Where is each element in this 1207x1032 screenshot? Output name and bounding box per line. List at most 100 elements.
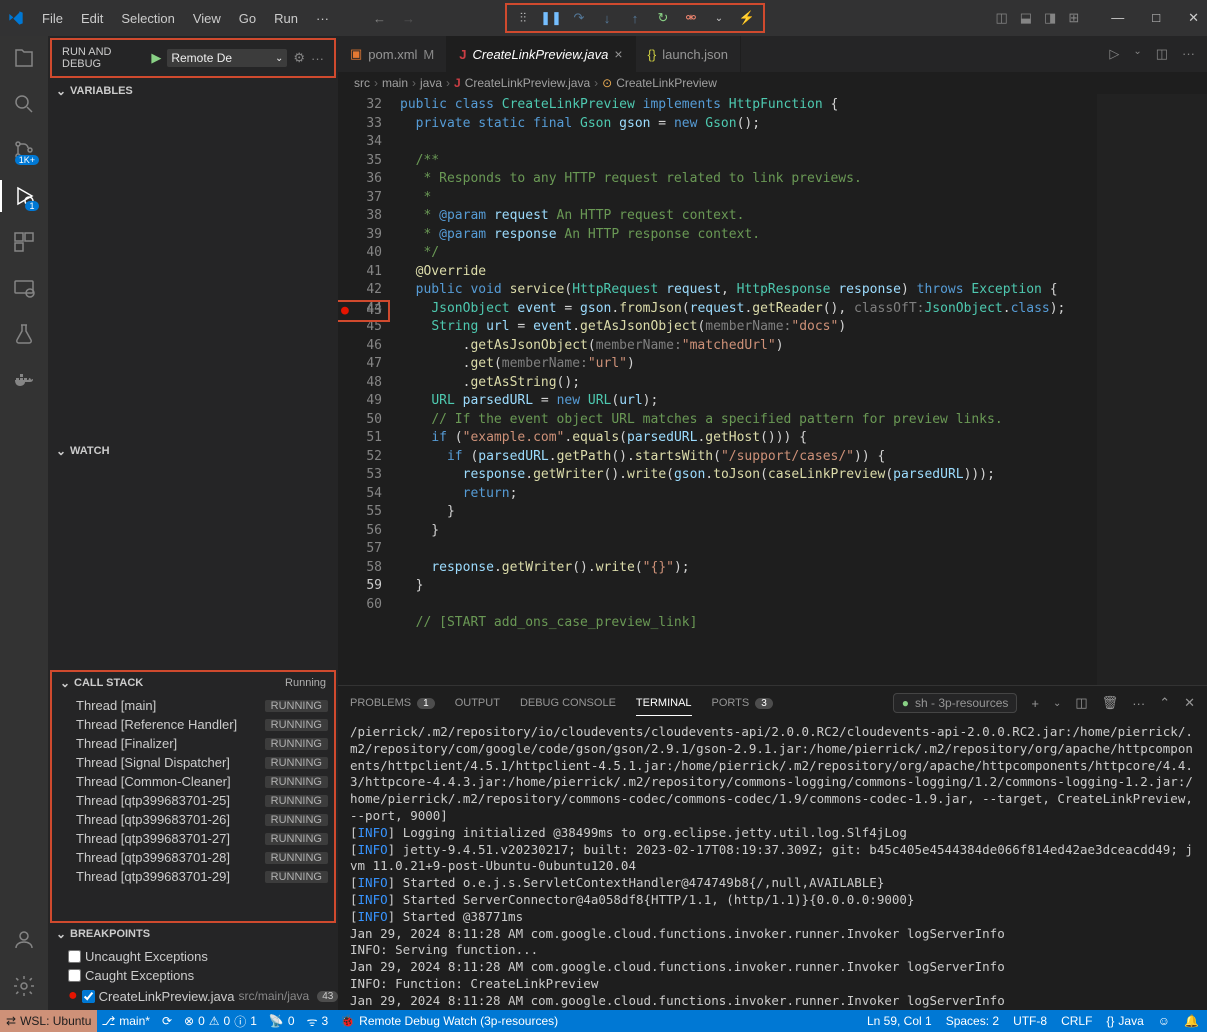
maximize-icon[interactable]: □ xyxy=(1152,10,1160,26)
layout-panel-right-icon[interactable]: ◨ xyxy=(1044,10,1056,26)
docker-icon[interactable] xyxy=(12,368,36,392)
hot-reload-icon[interactable]: ⚡ xyxy=(739,10,755,26)
terminal-output[interactable]: /pierrick/.m2/repository/io/cloudevents/… xyxy=(338,720,1207,1010)
thread-row[interactable]: Thread [qtp399683701-27]RUNNING xyxy=(52,829,334,848)
restart-icon[interactable]: ↻ xyxy=(655,10,671,26)
notifications-icon[interactable]: 🔔 xyxy=(1184,1014,1199,1028)
breakpoint-line[interactable]: 43 xyxy=(338,300,390,323)
new-terminal-icon[interactable]: + xyxy=(1031,696,1039,711)
menu-file[interactable]: File xyxy=(34,7,71,30)
remote-explorer-icon[interactable] xyxy=(12,276,36,300)
close-icon[interactable]: ✕ xyxy=(1188,10,1199,26)
step-out-icon[interactable]: ↑ xyxy=(627,10,643,26)
git-branch[interactable]: ⎇ main* xyxy=(101,1014,150,1028)
thread-row[interactable]: Thread [Signal Dispatcher]RUNNING xyxy=(52,753,334,772)
back-arrow[interactable]: ← xyxy=(373,11,386,26)
debug-status[interactable]: 🐞 Remote Debug Watch (3p-resources) xyxy=(340,1014,558,1028)
tab-more-icon[interactable]: ··· xyxy=(1182,46,1195,62)
tab-createlinkpreview[interactable]: JCreateLinkPreview.java× xyxy=(447,36,635,72)
settings-gear-icon[interactable] xyxy=(12,974,36,998)
menu-more[interactable]: ··· xyxy=(308,7,337,30)
minimap[interactable] xyxy=(1097,94,1207,685)
layout-panel-left-icon[interactable]: ◫ xyxy=(995,10,1007,26)
watch-header[interactable]: ⌄WATCH xyxy=(48,440,338,462)
extensions-icon[interactable] xyxy=(12,230,36,254)
code-area[interactable]: public class CreateLinkPreview implement… xyxy=(400,94,1097,685)
run-file-icon[interactable]: ▷ xyxy=(1109,46,1119,62)
pause-icon[interactable]: ❚❚ xyxy=(543,10,559,26)
config-gear-icon[interactable]: ⚙ xyxy=(293,50,305,66)
line-numbers: 3233343536373839404142434445464748495051… xyxy=(338,94,400,685)
remote-indicator[interactable]: ⇄ WSL: Ubuntu xyxy=(0,1010,97,1032)
editor-content[interactable]: 3233343536373839404142434445464748495051… xyxy=(338,94,1207,685)
debug-console-tab[interactable]: DEBUG CONSOLE xyxy=(520,691,616,715)
chevron-down-icon: ⌄ xyxy=(56,444,70,458)
sync-button[interactable]: ⟳ xyxy=(162,1014,172,1028)
chevron-down-icon[interactable]: ⌄ xyxy=(711,10,727,26)
chevron-down-icon[interactable]: ⌄ xyxy=(1133,46,1141,62)
menu-go[interactable]: Go xyxy=(231,7,264,30)
run-debug-icon[interactable]: 1 xyxy=(12,184,36,208)
thread-row[interactable]: Thread [Finalizer]RUNNING xyxy=(52,734,334,753)
thread-row[interactable]: Thread [qtp399683701-26]RUNNING xyxy=(52,810,334,829)
problems-status[interactable]: ⊗ 0 ⚠ 0 ⓘ 1 xyxy=(184,1013,257,1030)
thread-row[interactable]: Thread [main]RUNNING xyxy=(52,696,334,715)
breadcrumb[interactable]: src› main› java› JCreateLinkPreview.java… xyxy=(338,72,1207,94)
menu-view[interactable]: View xyxy=(185,7,229,30)
flask-icon[interactable] xyxy=(12,322,36,346)
menu-run[interactable]: Run xyxy=(266,7,306,30)
cursor-position[interactable]: Ln 59, Col 1 xyxy=(867,1014,932,1028)
split-terminal-icon[interactable]: ◫ xyxy=(1075,695,1087,711)
indentation[interactable]: Spaces: 2 xyxy=(946,1014,999,1028)
output-tab[interactable]: OUTPUT xyxy=(455,691,500,715)
problems-tab[interactable]: PROBLEMS1 xyxy=(350,691,435,715)
language-mode[interactable]: {} Java xyxy=(1106,1014,1143,1028)
search-icon[interactable] xyxy=(12,92,36,116)
terminal-selector[interactable]: sh - 3p-resources xyxy=(893,693,1018,713)
drag-handle-icon[interactable]: ⫶⫶ xyxy=(515,10,531,26)
encoding[interactable]: UTF-8 xyxy=(1013,1014,1047,1028)
thread-row[interactable]: Thread [qtp399683701-28]RUNNING xyxy=(52,848,334,867)
ports-tab[interactable]: PORTS3 xyxy=(712,691,773,715)
split-editor-icon[interactable]: ◫ xyxy=(1156,46,1168,62)
bp-uncaught[interactable]: Uncaught Exceptions xyxy=(48,947,338,966)
bp-file[interactable]: ●CreateLinkPreview.javasrc/main/java43 xyxy=(48,985,338,1007)
trash-icon[interactable]: 🗑 xyxy=(1102,695,1119,711)
radio-icon[interactable]: 📡 0 xyxy=(269,1014,295,1028)
panel-close-icon[interactable]: ✕ xyxy=(1184,695,1195,711)
account-icon[interactable] xyxy=(12,928,36,952)
variables-header[interactable]: ⌄VARIABLES xyxy=(48,80,338,102)
eol[interactable]: CRLF xyxy=(1061,1014,1092,1028)
disconnect-icon[interactable]: ⚮ xyxy=(683,10,699,26)
thread-row[interactable]: Thread [Reference Handler]RUNNING xyxy=(52,715,334,734)
panel-up-icon[interactable]: ⌃ xyxy=(1159,695,1170,711)
breakpoints-header[interactable]: ⌄BREAKPOINTS xyxy=(48,923,338,945)
layout-customize-icon[interactable]: ⊞ xyxy=(1068,10,1079,26)
thread-row[interactable]: Thread [qtp399683701-29]RUNNING xyxy=(52,867,334,886)
menu-selection[interactable]: Selection xyxy=(113,7,182,30)
explorer-icon[interactable] xyxy=(12,46,36,70)
feedback-icon[interactable]: ☺ xyxy=(1158,1014,1170,1028)
minimize-icon[interactable]: — xyxy=(1111,10,1124,26)
panel-more-icon[interactable]: ··· xyxy=(1132,696,1145,711)
activity-bar: 1K+ 1 xyxy=(0,36,48,1010)
layout-panel-bottom-icon[interactable]: ⬓ xyxy=(1020,10,1032,26)
step-over-icon[interactable]: ↷ xyxy=(571,10,587,26)
start-debug-icon[interactable]: ▶ xyxy=(151,50,161,66)
config-dropdown[interactable]: Remote De⌄ xyxy=(167,49,287,67)
menu-edit[interactable]: Edit xyxy=(73,7,111,30)
ports-status[interactable]: ᯤ 3 xyxy=(307,1013,329,1030)
thread-row[interactable]: Thread [qtp399683701-25]RUNNING xyxy=(52,791,334,810)
bp-caught[interactable]: Caught Exceptions xyxy=(48,966,338,985)
step-into-icon[interactable]: ↓ xyxy=(599,10,615,26)
source-control-icon[interactable]: 1K+ xyxy=(12,138,36,162)
chevron-down-icon[interactable]: ⌄ xyxy=(1053,698,1061,709)
tab-launch[interactable]: {}launch.json xyxy=(636,36,741,72)
close-tab-icon[interactable]: × xyxy=(614,46,622,62)
more-icon[interactable]: ··· xyxy=(311,51,324,66)
terminal-tab[interactable]: TERMINAL xyxy=(636,691,692,716)
callstack-header[interactable]: ⌄CALL STACKRunning xyxy=(52,672,334,694)
thread-row[interactable]: Thread [Common-Cleaner]RUNNING xyxy=(52,772,334,791)
tab-pom[interactable]: ▣pom.xmlM xyxy=(338,36,447,72)
fwd-arrow[interactable]: → xyxy=(402,11,415,26)
